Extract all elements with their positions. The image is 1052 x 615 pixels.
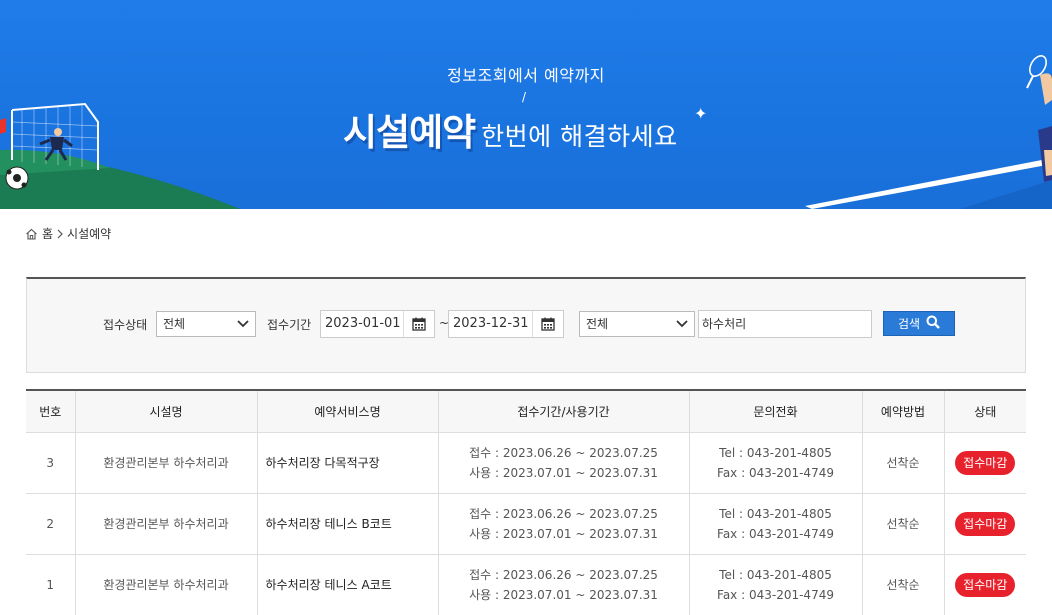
row-status: 접수마감 bbox=[944, 432, 1026, 494]
row-method: 선착순 bbox=[862, 432, 945, 494]
col-header-service: 예약서비스명 bbox=[257, 389, 439, 433]
date-from-input[interactable]: 2023-01-01 bbox=[320, 310, 435, 338]
status-select[interactable]: 전체 bbox=[156, 311, 256, 337]
date-to-value: 2023-12-31 bbox=[453, 316, 529, 331]
fax-number: Fax : 043-201-4749 bbox=[717, 526, 834, 541]
reservation-table: 번호 시설명 예약서비스명 접수기간/사용기간 문의전화 예약방법 상태 3 환… bbox=[26, 389, 1026, 615]
row-status: 접수마감 bbox=[944, 493, 1026, 555]
hero-banner: 정보조회에서 예약까지 / 시설예약 한번에 해결하세요 ✦ bbox=[0, 0, 1052, 209]
search-field-value: 전체 bbox=[586, 317, 609, 331]
use-period: 사용 : 2023.07.01 ~ 2023.07.31 bbox=[469, 526, 658, 541]
table-header-row: 번호 시설명 예약서비스명 접수기간/사용기간 문의전화 예약방법 상태 bbox=[26, 389, 1026, 433]
banner-title: 시설예약 한번에 해결하세요 bbox=[343, 102, 678, 156]
row-phone: Tel : 043-201-4805 Fax : 043-201-4749 bbox=[689, 554, 863, 615]
chevron-down-icon bbox=[676, 315, 688, 339]
row-phone: Tel : 043-201-4805 Fax : 043-201-4749 bbox=[689, 432, 863, 494]
status-badge: 접수마감 bbox=[955, 572, 1016, 597]
keyword-value: 하수처리 bbox=[702, 317, 747, 331]
table-row[interactable]: 1 환경관리본부 하수처리과 하수처리장 테니스 A코트 접수 : 2023.0… bbox=[26, 554, 1026, 615]
status-label: 접수상태 bbox=[103, 318, 148, 332]
breadcrumb-home[interactable]: 홈 bbox=[42, 225, 53, 242]
col-header-method: 예약방법 bbox=[862, 389, 945, 433]
col-header-facility: 시설명 bbox=[75, 389, 258, 433]
row-period: 접수 : 2023.06.26 ~ 2023.07.25 사용 : 2023.07… bbox=[438, 432, 690, 494]
use-period: 사용 : 2023.07.01 ~ 2023.07.31 bbox=[469, 465, 658, 480]
date-to-input[interactable]: 2023-12-31 bbox=[448, 310, 564, 338]
receipt-period: 접수 : 2023.06.26 ~ 2023.07.25 bbox=[469, 567, 658, 582]
search-button-label: 검색 bbox=[897, 317, 921, 331]
search-field-select[interactable]: 전체 bbox=[579, 311, 695, 337]
row-method: 선착순 bbox=[862, 493, 945, 555]
receipt-period: 접수 : 2023.06.26 ~ 2023.07.25 bbox=[469, 445, 658, 460]
col-header-period: 접수기간/사용기간 bbox=[438, 389, 690, 433]
table-row[interactable]: 2 환경관리본부 하수처리과 하수처리장 테니스 B코트 접수 : 2023.0… bbox=[26, 493, 1026, 555]
home-icon[interactable] bbox=[25, 228, 38, 240]
keyword-input[interactable]: 하수처리 bbox=[698, 310, 872, 338]
row-service-link[interactable]: 하수처리장 다목적구장 bbox=[257, 432, 439, 494]
search-button[interactable]: 검색 bbox=[883, 311, 955, 336]
status-badge: 접수마감 bbox=[955, 450, 1016, 475]
fax-number: Fax : 043-201-4749 bbox=[717, 587, 834, 602]
row-number: 2 bbox=[26, 493, 76, 555]
row-method: 선착순 bbox=[862, 554, 945, 615]
row-facility: 환경관리본부 하수처리과 bbox=[75, 554, 258, 615]
col-header-phone: 문의전화 bbox=[689, 389, 863, 433]
status-badge: 접수마감 bbox=[955, 511, 1016, 536]
sparkle-icon: ✦ bbox=[694, 104, 708, 123]
row-service-link[interactable]: 하수처리장 테니스 A코트 bbox=[257, 554, 439, 615]
banner-title-bold: 시설예약 bbox=[343, 111, 476, 154]
row-period: 접수 : 2023.06.26 ~ 2023.07.25 사용 : 2023.07… bbox=[438, 554, 690, 615]
tel-number: Tel : 043-201-4805 bbox=[719, 445, 832, 460]
row-period: 접수 : 2023.06.26 ~ 2023.07.25 사용 : 2023.07… bbox=[438, 493, 690, 555]
col-header-number: 번호 bbox=[26, 389, 76, 433]
row-facility: 환경관리본부 하수처리과 bbox=[75, 493, 258, 555]
row-number: 1 bbox=[26, 554, 76, 615]
breadcrumb: 홈 시설예약 bbox=[25, 225, 111, 242]
tel-number: Tel : 043-201-4805 bbox=[719, 567, 832, 582]
row-phone: Tel : 043-201-4805 Fax : 043-201-4749 bbox=[689, 493, 863, 555]
chevron-right-icon bbox=[57, 229, 63, 239]
status-select-value: 전체 bbox=[163, 317, 186, 331]
period-label: 접수기간 bbox=[267, 318, 312, 332]
tel-number: Tel : 043-201-4805 bbox=[719, 506, 832, 521]
calendar-icon[interactable] bbox=[532, 311, 563, 337]
chevron-down-icon bbox=[237, 315, 249, 339]
table-row[interactable]: 3 환경관리본부 하수처리과 하수처리장 다목적구장 접수 : 2023.06.… bbox=[26, 432, 1026, 494]
search-icon bbox=[926, 315, 940, 332]
col-header-status: 상태 bbox=[944, 389, 1026, 433]
use-period: 사용 : 2023.07.01 ~ 2023.07.31 bbox=[469, 587, 658, 602]
row-service-link[interactable]: 하수처리장 테니스 B코트 bbox=[257, 493, 439, 555]
row-number: 3 bbox=[26, 432, 76, 494]
search-panel: 접수상태 전체 접수기간 2023-01-01 ~ 2023-12-31 전체 … bbox=[26, 277, 1026, 373]
fax-number: Fax : 043-201-4749 bbox=[717, 465, 834, 480]
banner-subtitle: 정보조회에서 예약까지 bbox=[447, 66, 605, 85]
calendar-icon[interactable] bbox=[403, 311, 434, 337]
row-status: 접수마감 bbox=[944, 554, 1026, 615]
date-from-value: 2023-01-01 bbox=[325, 316, 401, 331]
row-facility: 환경관리본부 하수처리과 bbox=[75, 432, 258, 494]
breadcrumb-current: 시설예약 bbox=[67, 227, 112, 241]
banner-title-light: 한번에 해결하세요 bbox=[481, 122, 678, 151]
receipt-period: 접수 : 2023.06.26 ~ 2023.07.25 bbox=[469, 506, 658, 521]
